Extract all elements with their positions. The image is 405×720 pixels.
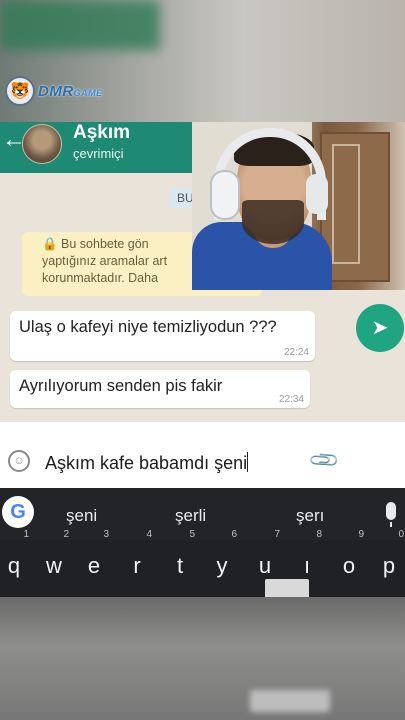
message-bubble[interactable]: Ayrılıyorum senden pis fakir 22:34 [10, 370, 310, 408]
keyboard: G şeni şerli şerı 1q 2w 3e 4r 5t 6y 7u 8… [0, 488, 405, 599]
key-e[interactable]: 3e [75, 529, 113, 589]
key-r[interactable]: 4r [118, 529, 156, 589]
send-icon: ➤ [371, 317, 389, 339]
suggestion[interactable]: şeni [66, 506, 97, 526]
key-o[interactable]: 9o [330, 529, 368, 589]
key-q[interactable]: 1q [0, 529, 33, 589]
key-t[interactable]: 5t [161, 529, 199, 589]
blurred-key [250, 690, 330, 712]
message-text: Ulaş o kafeyi niye temizliyodun ??? [19, 318, 277, 336]
message-bubble[interactable]: Ulaş o kafeyi niye temizliyodun ??? 22:2… [10, 311, 315, 361]
emoji-icon[interactable]: ☺ [8, 450, 30, 472]
message-time: 22:34 [278, 394, 304, 405]
text-cursor [247, 452, 249, 472]
contact-name[interactable]: Aşkım [73, 122, 130, 144]
mic-icon[interactable] [386, 502, 396, 527]
suggestion-strip: G şeni şerli şerı [0, 488, 405, 540]
message-input[interactable]: ☺ Aşkım kafe babamdı şeni 📎 [0, 430, 350, 478]
webcam-overlay [192, 122, 405, 290]
send-button[interactable]: ➤ [356, 304, 404, 352]
webcam-door-panel [332, 144, 360, 264]
blurred-background-bottom [0, 597, 405, 720]
contact-avatar[interactable] [22, 124, 62, 164]
message-input-text[interactable]: Aşkım kafe babamdı şeni [45, 452, 249, 474]
google-icon[interactable]: G [2, 496, 34, 528]
suggestion[interactable]: şerı [296, 506, 324, 526]
contact-status: çevrimiçi [73, 146, 124, 161]
headphone-earcup-left [210, 170, 240, 220]
compose-bar: ☺ Aşkım kafe babamdı şeni 📎 [0, 422, 405, 488]
tiger-logo-icon: 🐯 [5, 76, 35, 106]
blurred-header-green [0, 0, 160, 50]
key-p[interactable]: 0p [370, 529, 405, 589]
attach-icon[interactable]: 📎 [307, 443, 342, 478]
key-y[interactable]: 6y [203, 529, 241, 589]
channel-watermark: 🐯 DMRGAME [5, 76, 103, 106]
key-row-top: 1q 2w 3e 4r 5t 6y 7u 8ı 9o 0p [0, 529, 405, 593]
message-time: 22:24 [283, 347, 309, 358]
key-w[interactable]: 2w [35, 529, 73, 589]
brand-text: DMRGAME [38, 82, 103, 100]
key-press-highlight [265, 579, 309, 599]
suggestion[interactable]: şerli [175, 506, 206, 526]
message-text: Ayrılıyorum senden pis fakir [19, 377, 223, 395]
headphone-earcup-right [306, 174, 328, 214]
